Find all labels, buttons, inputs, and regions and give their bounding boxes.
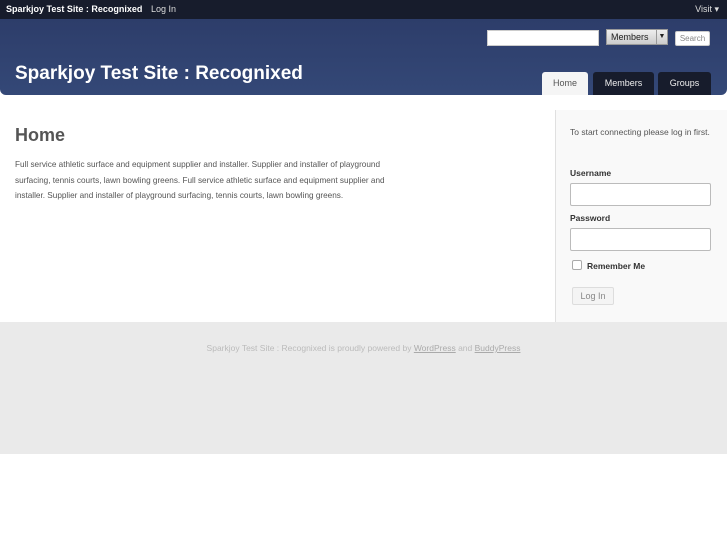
tab-members[interactable]: Members xyxy=(593,72,654,95)
footer-text: Sparkjoy Test Site : Recognixed is proud… xyxy=(0,343,727,353)
tab-home[interactable]: Home xyxy=(542,72,588,95)
wordpress-link[interactable]: WordPress xyxy=(414,343,456,353)
search-button[interactable]: Search xyxy=(675,31,710,46)
page-title: Home xyxy=(15,125,66,145)
login-button[interactable]: Log In xyxy=(572,287,614,305)
login-intro: To start connecting please log in first. xyxy=(570,127,710,137)
remember-me-checkbox[interactable] xyxy=(572,260,582,270)
footer-and: and xyxy=(455,343,475,353)
username-label: Username xyxy=(570,168,612,178)
chevron-down-icon: ▼ xyxy=(656,30,667,44)
admin-bar-login-link[interactable]: Log In xyxy=(151,4,176,14)
password-field[interactable] xyxy=(570,228,711,251)
site-title[interactable]: Sparkjoy Test Site : Recognixed xyxy=(15,63,303,85)
search-input[interactable] xyxy=(487,30,599,46)
buddypress-link[interactable]: BuddyPress xyxy=(475,343,521,353)
password-label: Password xyxy=(570,213,611,223)
remember-me-label[interactable]: Remember Me xyxy=(587,261,645,271)
tab-groups[interactable]: Groups xyxy=(658,72,711,95)
footer: Sparkjoy Test Site : Recognixed is proud… xyxy=(0,322,727,454)
search-scope-value: Members xyxy=(611,32,649,42)
username-field[interactable] xyxy=(570,183,711,206)
footer-prefix: Sparkjoy Test Site : Recognixed is proud… xyxy=(206,343,414,353)
header: Members ▼ Search Sparkjoy Test Site : Rec… xyxy=(0,19,727,95)
admin-bar: Sparkjoy Test Site : Recognixed Log In V… xyxy=(0,0,727,19)
page-content: Full service athletic surface and equipm… xyxy=(15,160,385,200)
admin-bar-site-link[interactable]: Sparkjoy Test Site : Recognixed xyxy=(6,4,142,14)
visit-menu[interactable]: Visit ▾ xyxy=(695,4,719,15)
search-scope-select[interactable]: Members ▼ xyxy=(606,29,668,45)
